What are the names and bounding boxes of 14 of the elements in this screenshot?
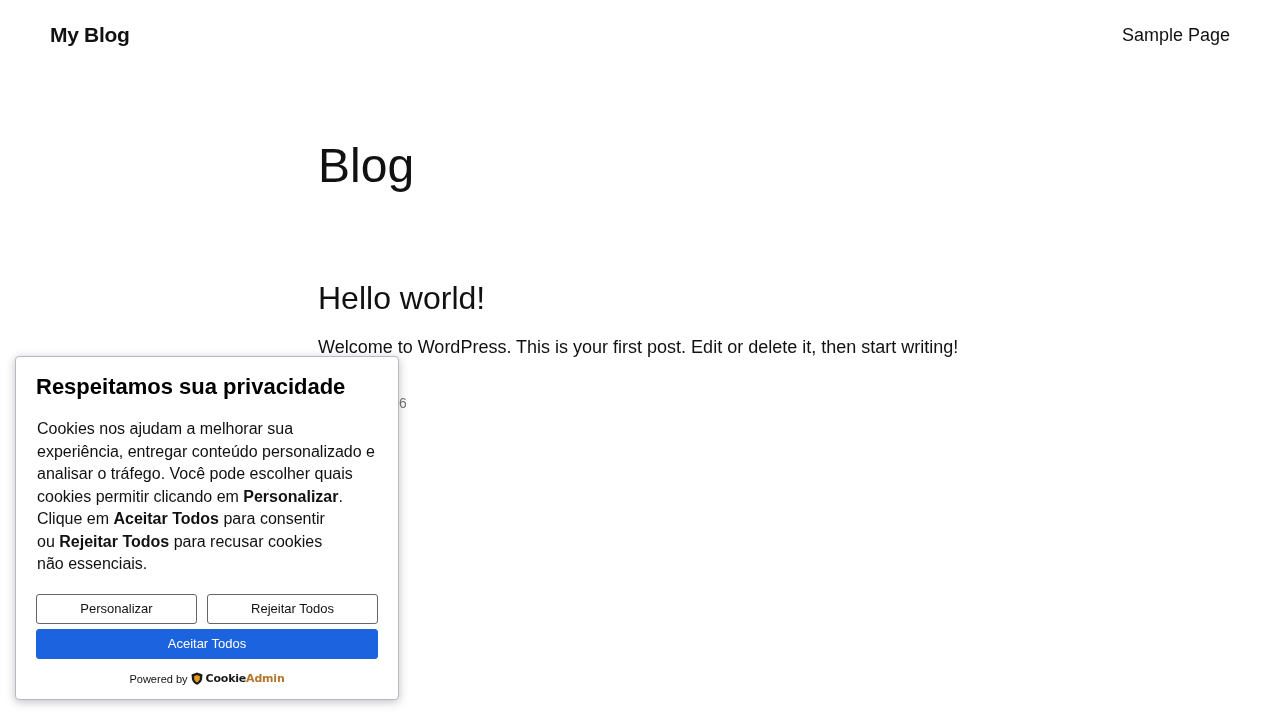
site-title[interactable]: My Blog [50,19,130,51]
post-title[interactable]: Hello world! [318,279,1280,317]
banner-title: Respeitamos sua privacidade [36,374,347,400]
powered-by-text: Powered by [129,671,188,687]
shield-icon [190,672,203,686]
nav-link[interactable]: Sample Page [1121,21,1230,49]
banner-text: Cookies nos ajudam a melhorar sua experiência, entregar conteúdo personalizado e analisar o tráfego. Você pode escolher quais cookies permitir clicando em Personalizar. Clique em Aceitar Todos para consentir ou Rejeitar Todos para recusar cookies não essenciais. [37,419,376,574]
post-excerpt: Welcome to WordPress. This is your first post. Edit or delete it, then start writing! [318,336,960,359]
accept-all-button[interactable]: Aceitar Todos [36,628,378,659]
page-title: Blog [318,138,416,194]
banner-button[interactable]: Personalizar [36,593,197,624]
banner-button[interactable]: Rejeitar Todos [207,593,378,624]
brand-name: CookieAdmin [205,670,285,687]
post-date: 6 [399,395,407,411]
